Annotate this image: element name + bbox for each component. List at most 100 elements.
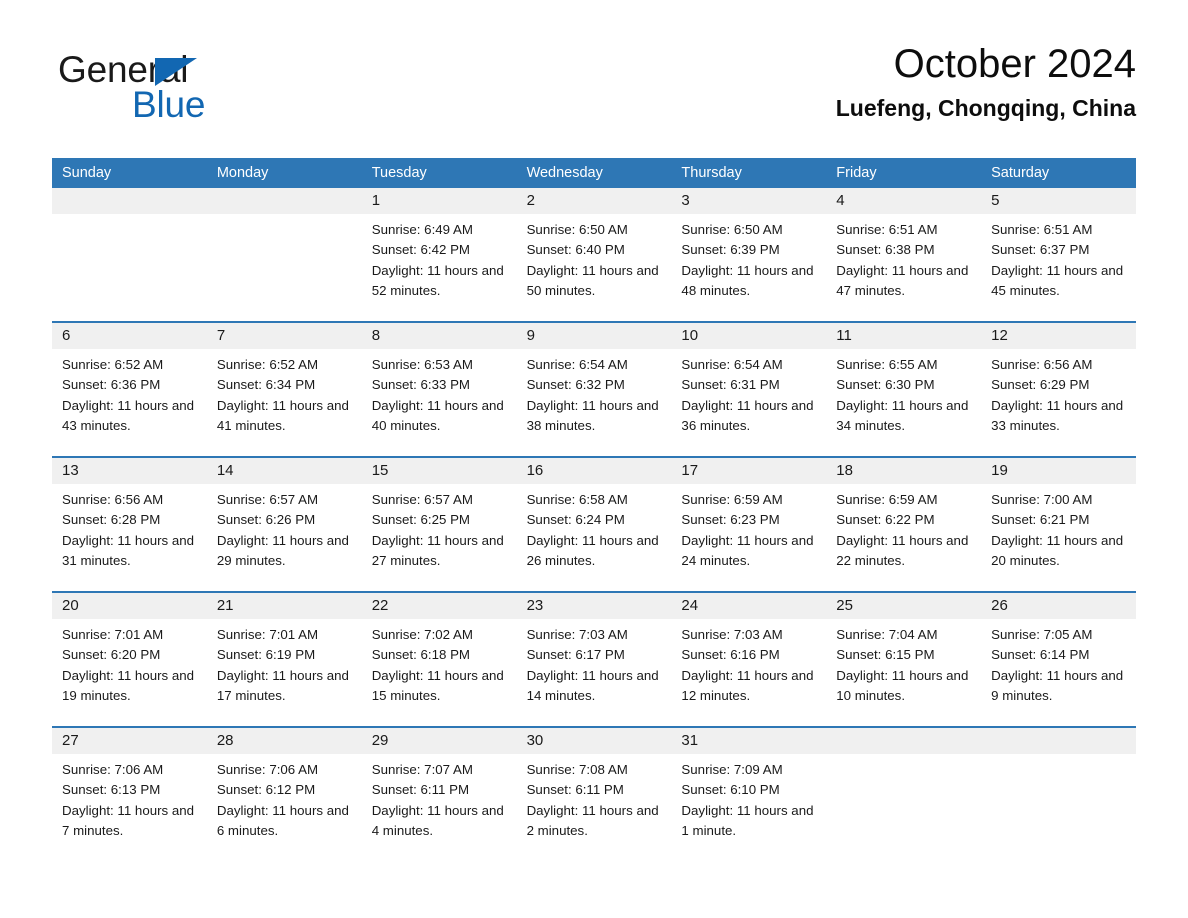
sunrise-text: Sunrise: 6:53 AM bbox=[371, 357, 473, 372]
sunrise-text: Sunrise: 6:56 AM bbox=[62, 492, 164, 507]
calendar-day-cell[interactable]: 26 Sunrise: 7:05 AM Sunset: 6:14 PM Dayligh… bbox=[981, 593, 1136, 726]
sunset-text: Sunset: 6:26 PM bbox=[216, 512, 316, 528]
day-details: Sunrise: 6:57 AM Sunset: 6:25 PM Daylight:… bbox=[362, 484, 517, 571]
calendar-day-cell[interactable]: 16 Sunrise: 6:58 AM Sunset: 6:24 PM Dayligh… bbox=[516, 458, 672, 591]
day-details: Sunrise: 6:54 AM Sunset: 6:31 PM Daylight:… bbox=[671, 349, 826, 436]
sunrise-text: Sunrise: 7:04 AM bbox=[836, 627, 938, 642]
day-details: Sunrise: 6:52 AM Sunset: 6:34 PM Daylight:… bbox=[207, 349, 362, 436]
sunset-text: Sunset: 6:18 PM bbox=[371, 647, 471, 663]
day-details: Sunrise: 6:53 AM Sunset: 6:33 PM Daylight:… bbox=[362, 349, 517, 436]
calendar-day-cell[interactable]: 27 Sunrise: 7:06 AM Sunset: 6:13 PM Dayligh… bbox=[52, 728, 207, 861]
calendar-day-cell[interactable]: 31 Sunrise: 7:09 AM Sunset: 6:10 PM Dayligh… bbox=[671, 728, 827, 861]
day-number bbox=[981, 728, 1136, 754]
calendar-day-cell[interactable]: 10 Sunrise: 6:54 AM Sunset: 6:31 PM Dayligh… bbox=[671, 323, 827, 456]
daylight-text: Daylight: 11 hours and 29 minutes. bbox=[216, 532, 349, 568]
calendar-grid: Sunday Monday Tuesday Wednesday Thursday Frid… bbox=[52, 158, 1136, 861]
day-details: Sunrise: 7:01 AM Sunset: 6:20 PM Daylight:… bbox=[52, 619, 207, 706]
day-details: Sunrise: 6:56 AM Sunset: 6:28 PM Daylight:… bbox=[52, 484, 207, 571]
sunrise-text: Sunrise: 6:55 AM bbox=[836, 357, 938, 372]
day-number: 28 bbox=[206, 728, 362, 754]
calendar-day-cell[interactable]: 30 Sunrise: 7:08 AM Sunset: 6:11 PM Dayligh… bbox=[516, 728, 672, 861]
calendar-day-cell[interactable]: 6 Sunrise: 6:52 AM Sunset: 6:36 PM Daylight… bbox=[52, 323, 207, 456]
day-number: 22 bbox=[361, 593, 517, 619]
calendar-day-cell[interactable]: 9 Sunrise: 6:54 AM Sunset: 6:32 PM Daylight… bbox=[516, 323, 672, 456]
calendar-day-cell[interactable]: 29 Sunrise: 7:07 AM Sunset: 6:11 PM Dayligh… bbox=[361, 728, 517, 861]
sunset-text: Sunset: 6:17 PM bbox=[526, 647, 625, 663]
sunrise-text: Sunrise: 6:51 AM bbox=[991, 222, 1093, 237]
sunrise-text: Sunrise: 6:49 AM bbox=[371, 222, 473, 237]
calendar-day-cell[interactable]: 1 Sunrise: 6:49 AM Sunset: 6:42 PM Daylight… bbox=[361, 188, 517, 321]
sunset-text: Sunset: 6:40 PM bbox=[526, 242, 625, 258]
sunset-text: Sunset: 6:34 PM bbox=[216, 377, 316, 393]
sunrise-text: Sunrise: 6:59 AM bbox=[836, 492, 938, 507]
sunrise-text: Sunrise: 6:50 AM bbox=[526, 222, 628, 237]
daylight-text: Daylight: 11 hours and 31 minutes. bbox=[62, 532, 195, 568]
calendar-day-cell[interactable]: 19 Sunrise: 7:00 AM Sunset: 6:21 PM Dayligh… bbox=[981, 458, 1136, 591]
day-number: 12 bbox=[981, 323, 1136, 349]
daylight-text: Daylight: 11 hours and 10 minutes. bbox=[836, 667, 969, 703]
calendar-page: General Blue October 2024 Luefeng, Chong… bbox=[0, 0, 1188, 918]
sunrise-text: Sunrise: 6:58 AM bbox=[526, 492, 628, 507]
day-details: Sunrise: 7:04 AM Sunset: 6:15 PM Daylight:… bbox=[826, 619, 981, 706]
calendar-day-cell[interactable]: 2 Sunrise: 6:50 AM Sunset: 6:40 PM Daylight… bbox=[516, 188, 672, 321]
sunset-text: Sunset: 6:42 PM bbox=[371, 242, 471, 258]
calendar-day-cell[interactable]: 3 Sunrise: 6:50 AM Sunset: 6:39 PM Daylight… bbox=[671, 188, 827, 321]
daylight-text: Daylight: 11 hours and 52 minutes. bbox=[371, 262, 504, 298]
calendar-day-cell[interactable]: 11 Sunrise: 6:55 AM Sunset: 6:30 PM Dayligh… bbox=[826, 323, 982, 456]
sunrise-text: Sunrise: 7:07 AM bbox=[371, 762, 473, 777]
sunset-text: Sunset: 6:25 PM bbox=[371, 512, 471, 528]
sunrise-text: Sunrise: 6:56 AM bbox=[991, 357, 1093, 372]
calendar-day-cell[interactable]: 25 Sunrise: 7:04 AM Sunset: 6:15 PM Dayligh… bbox=[826, 593, 982, 726]
calendar-day-cell[interactable]: 17 Sunrise: 6:59 AM Sunset: 6:23 PM Dayligh… bbox=[671, 458, 827, 591]
day-number: 26 bbox=[981, 593, 1136, 619]
calendar-day-cell[interactable]: 5 Sunrise: 6:51 AM Sunset: 6:37 PM Daylight… bbox=[981, 188, 1136, 321]
sunrise-text: Sunrise: 7:01 AM bbox=[216, 627, 319, 642]
calendar-day-cell[interactable]: 12 Sunrise: 6:56 AM Sunset: 6:29 PM Dayligh… bbox=[981, 323, 1136, 456]
weekday-header-sunday: Sunday bbox=[62, 165, 112, 181]
day-number: 20 bbox=[52, 593, 207, 619]
sunrise-text: Sunrise: 7:06 AM bbox=[216, 762, 319, 777]
day-details: Sunrise: 7:06 AM Sunset: 6:12 PM Daylight:… bbox=[207, 754, 362, 841]
sunset-text: Sunset: 6:36 PM bbox=[62, 377, 161, 393]
day-number: 9 bbox=[516, 323, 672, 349]
daylight-text: Daylight: 11 hours and 50 minutes. bbox=[526, 262, 659, 298]
day-details: Sunrise: 6:57 AM Sunset: 6:26 PM Daylight:… bbox=[207, 484, 362, 571]
page-title: October 2024 bbox=[893, 42, 1136, 86]
weekday-header-thursday: Thursday bbox=[681, 165, 742, 181]
day-number bbox=[206, 188, 362, 214]
calendar-day-cell[interactable]: 28 Sunrise: 7:06 AM Sunset: 6:12 PM Dayligh… bbox=[206, 728, 362, 861]
day-details: Sunrise: 7:06 AM Sunset: 6:13 PM Daylight:… bbox=[52, 754, 207, 841]
calendar-day-cell[interactable]: 18 Sunrise: 6:59 AM Sunset: 6:22 PM Dayligh… bbox=[826, 458, 982, 591]
day-details: Sunrise: 6:51 AM Sunset: 6:37 PM Daylight:… bbox=[981, 214, 1136, 301]
sunrise-text: Sunrise: 7:03 AM bbox=[526, 627, 628, 642]
location-subtitle: Luefeng, Chongqing, China bbox=[835, 95, 1136, 121]
calendar-day-cell[interactable]: 20 Sunrise: 7:01 AM Sunset: 6:20 PM Dayligh… bbox=[52, 593, 207, 726]
day-number: 17 bbox=[671, 458, 827, 484]
calendar-day-cell[interactable]: 24 Sunrise: 7:03 AM Sunset: 6:16 PM Dayligh… bbox=[671, 593, 827, 726]
calendar-day-cell[interactable]: 13 Sunrise: 6:56 AM Sunset: 6:28 PM Dayligh… bbox=[52, 458, 207, 591]
day-number bbox=[52, 188, 207, 214]
day-details: Sunrise: 6:59 AM Sunset: 6:23 PM Daylight:… bbox=[671, 484, 826, 571]
daylight-text: Daylight: 11 hours and 6 minutes. bbox=[216, 802, 349, 838]
sunset-text: Sunset: 6:11 PM bbox=[526, 782, 624, 798]
calendar-day-cell[interactable]: 15 Sunrise: 6:57 AM Sunset: 6:25 PM Dayligh… bbox=[361, 458, 517, 591]
calendar-day-cell[interactable]: 23 Sunrise: 7:03 AM Sunset: 6:17 PM Dayligh… bbox=[516, 593, 672, 726]
calendar-day-cell[interactable]: 21 Sunrise: 7:01 AM Sunset: 6:19 PM Dayligh… bbox=[206, 593, 362, 726]
sunrise-text: Sunrise: 6:57 AM bbox=[371, 492, 473, 507]
calendar-day-cell[interactable]: 8 Sunrise: 6:53 AM Sunset: 6:33 PM Daylight… bbox=[361, 323, 517, 456]
calendar-day-cell[interactable]: 4 Sunrise: 6:51 AM Sunset: 6:38 PM Daylight… bbox=[826, 188, 982, 321]
general-blue-logo[interactable]: General Blue bbox=[58, 50, 308, 130]
calendar-day-cell[interactable]: 22 Sunrise: 7:02 AM Sunset: 6:18 PM Dayligh… bbox=[361, 593, 517, 726]
day-number: 10 bbox=[671, 323, 827, 349]
calendar-day-cell[interactable]: 14 Sunrise: 6:57 AM Sunset: 6:26 PM Dayligh… bbox=[206, 458, 362, 591]
sunset-text: Sunset: 6:10 PM bbox=[681, 782, 780, 798]
sunset-text: Sunset: 6:30 PM bbox=[836, 377, 935, 393]
calendar-day-cell[interactable]: 7 Sunrise: 6:52 AM Sunset: 6:34 PM Daylight… bbox=[206, 323, 362, 456]
daylight-text: Daylight: 11 hours and 2 minutes. bbox=[526, 802, 659, 838]
daylight-text: Daylight: 11 hours and 43 minutes. bbox=[62, 397, 195, 433]
day-number: 19 bbox=[981, 458, 1136, 484]
sunrise-text: Sunrise: 6:54 AM bbox=[681, 357, 783, 372]
daylight-text: Daylight: 11 hours and 24 minutes. bbox=[681, 532, 814, 568]
weekday-header-saturday: Saturday bbox=[991, 165, 1050, 181]
day-details: Sunrise: 7:02 AM Sunset: 6:18 PM Daylight:… bbox=[362, 619, 517, 706]
